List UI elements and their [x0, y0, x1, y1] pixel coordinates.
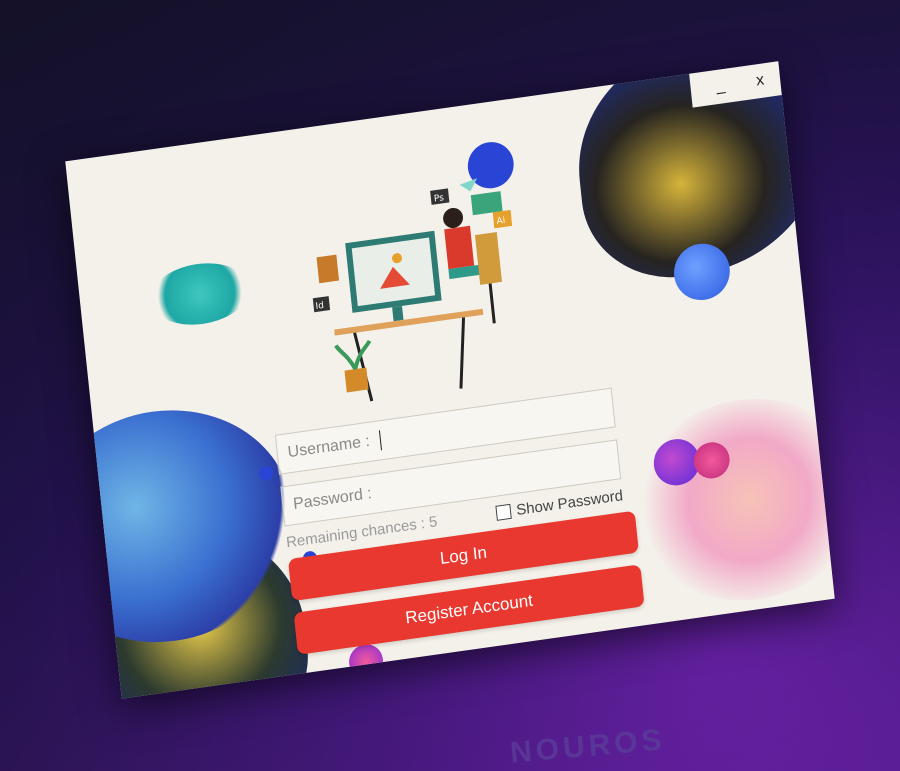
minimize-button[interactable]: _ [699, 67, 742, 106]
plant-leaves [334, 339, 372, 371]
id-badge-label: Id [315, 301, 324, 312]
ai-badge-label: Ai [496, 216, 506, 227]
person-shirt [444, 225, 475, 270]
paper-plane-icon [459, 178, 478, 192]
monitor-stand [392, 305, 404, 322]
chair-leg [488, 283, 496, 324]
chair-back [474, 232, 502, 285]
login-window: _ x Ps Ai Id Username : Password: Remai… [65, 61, 835, 699]
close-button[interactable]: x [739, 61, 782, 100]
picture-frame-icon [316, 254, 340, 284]
show-password-checkbox[interactable] [495, 503, 513, 521]
username-label: Username : [286, 432, 371, 462]
desk-leg [459, 317, 466, 389]
image-icon [470, 191, 503, 216]
ps-badge-label: Ps [434, 193, 445, 204]
desk-top [334, 308, 484, 336]
person-head [443, 207, 464, 229]
designer-illustration: Ps Ai Id [312, 178, 513, 402]
decorative-watercolor-right [624, 384, 835, 616]
plant-pot [344, 367, 369, 393]
text-cursor [378, 430, 382, 451]
password-label: Password : [292, 485, 373, 513]
login-form: Username : Password : Remaining chances … [274, 385, 656, 667]
decorative-circle-teal [147, 257, 253, 331]
remaining-count: 5 [428, 513, 439, 532]
